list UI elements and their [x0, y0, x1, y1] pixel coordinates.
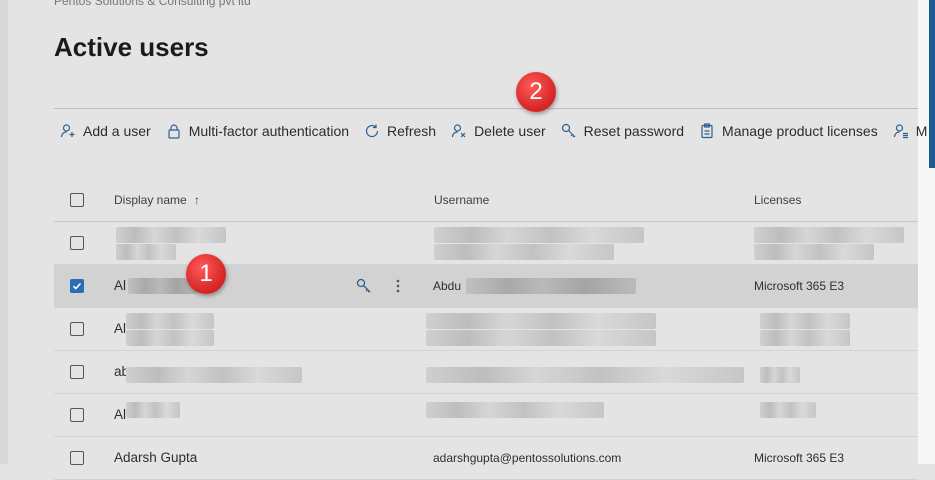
more-commands-label: M — [915, 123, 928, 139]
redacted-username — [466, 278, 636, 294]
add-user-icon — [60, 124, 75, 138]
redacted-license — [754, 227, 904, 243]
redacted-username — [426, 402, 604, 418]
row-checkbox[interactable] — [70, 322, 84, 336]
lock-icon — [168, 124, 180, 139]
redacted-name — [116, 227, 226, 243]
checkmark-icon — [72, 282, 82, 290]
select-all-checkbox[interactable] — [70, 193, 84, 207]
clipboard-icon — [701, 123, 713, 139]
redacted-license — [760, 402, 816, 418]
user-list-icon — [893, 124, 908, 139]
annotation-badge-1: 1 — [186, 254, 226, 294]
user-username: Abdu — [433, 279, 462, 293]
user-display-name[interactable]: Al — [114, 265, 126, 307]
key-icon — [561, 123, 576, 138]
table-row[interactable] — [54, 222, 918, 265]
add-user-button[interactable]: Add a user — [60, 123, 151, 139]
manage-licenses-label: Manage product licenses — [722, 123, 878, 139]
user-display-name[interactable]: Al — [114, 394, 126, 436]
delete-user-icon — [451, 124, 466, 138]
redacted-username — [434, 227, 644, 243]
redacted-username — [434, 244, 614, 260]
refresh-label: Refresh — [387, 123, 437, 139]
mfa-button[interactable]: Multi-factor authentication — [166, 123, 349, 139]
refresh-icon — [365, 124, 379, 138]
table-row[interactable]: Adarsh Gupta adarshgupta@pentossolutions… — [54, 437, 918, 480]
redacted-license — [760, 330, 850, 346]
reset-password-icon[interactable] — [356, 278, 372, 294]
sort-arrow-icon: ↑ — [194, 193, 201, 207]
column-licenses[interactable]: Licenses — [754, 179, 801, 221]
page-title: Active users — [54, 32, 209, 62]
reset-password-button[interactable]: Reset password — [561, 123, 684, 139]
more-commands-button[interactable]: M — [893, 123, 928, 139]
table-header: Display name ↑ Username Licenses — [54, 179, 918, 222]
redacted-name — [116, 244, 176, 260]
column-username[interactable]: Username — [434, 179, 489, 221]
user-display-name[interactable]: Adarsh Gupta — [114, 437, 197, 479]
row-checkbox-checked[interactable] — [70, 279, 84, 293]
row-checkbox[interactable] — [70, 408, 84, 422]
delete-user-button[interactable]: Delete user — [451, 123, 546, 139]
table-row-selected[interactable]: Al Abdu Microsoft 365 E3 — [54, 265, 918, 308]
redacted-name — [126, 313, 214, 329]
redacted-username — [426, 330, 656, 346]
user-display-name[interactable]: Al — [114, 308, 126, 350]
left-nav-edge — [0, 0, 8, 464]
redacted-name — [126, 330, 214, 346]
annotation-badge-2: 2 — [516, 72, 556, 112]
reset-password-label: Reset password — [583, 123, 685, 139]
add-user-label: Add a user — [83, 123, 151, 139]
table-row[interactable]: Al — [54, 308, 918, 351]
manage-licenses-button[interactable]: Manage product licenses — [699, 123, 878, 139]
org-breadcrumb[interactable]: Pentos Solutions & Consulting pvt ltd — [54, 0, 251, 8]
toolbar-divider — [54, 108, 918, 109]
redacted-username — [426, 367, 744, 383]
table-row[interactable]: Al — [54, 394, 918, 437]
user-license: Microsoft 365 E3 — [754, 279, 845, 293]
delete-user-label: Delete user — [474, 123, 546, 139]
redacted-license — [760, 313, 850, 329]
row-checkbox[interactable] — [70, 451, 84, 465]
user-license: Microsoft 365 E3 — [754, 451, 845, 465]
table-row[interactable]: ab — [54, 351, 918, 394]
redacted-license — [760, 367, 800, 383]
more-options-icon[interactable] — [390, 278, 406, 294]
display-name-header-label: Display name — [114, 193, 187, 207]
column-display-name[interactable]: Display name ↑ — [114, 179, 200, 221]
user-username: adarshgupta@pentossolutions.com — [433, 451, 622, 465]
command-toolbar: Add a user Multi-factor authentication R… — [60, 118, 935, 144]
redacted-name — [126, 367, 302, 383]
redacted-username — [426, 313, 656, 329]
redacted-name — [126, 402, 180, 418]
redacted-license — [754, 244, 874, 260]
row-checkbox[interactable] — [70, 365, 84, 379]
mfa-label: Multi-factor authentication — [188, 123, 350, 139]
row-checkbox[interactable] — [70, 236, 84, 250]
refresh-button[interactable]: Refresh — [364, 123, 436, 139]
